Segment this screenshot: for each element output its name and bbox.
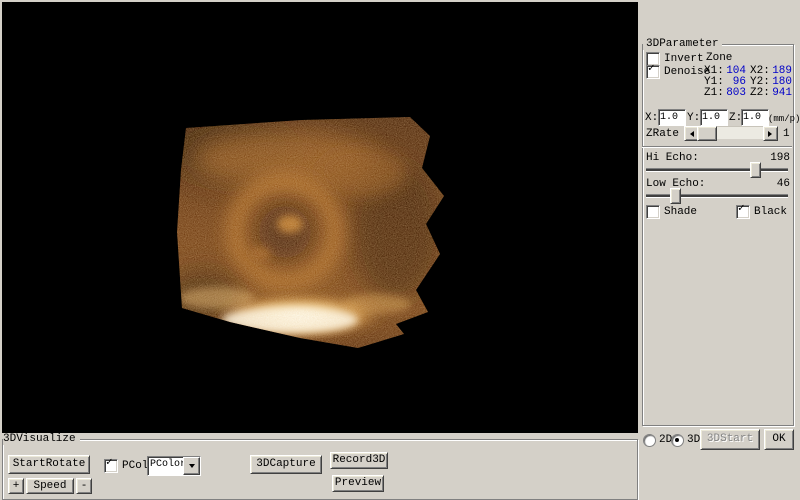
- ok-button[interactable]: OK: [764, 429, 794, 450]
- pcolor-dropdown-value: PColor: [148, 457, 183, 475]
- denoise-checkbox[interactable]: Denoise: [646, 65, 710, 79]
- scale-z-input[interactable]: [741, 109, 769, 126]
- shade-label: Shade: [664, 207, 697, 218]
- radio-circle-icon[interactable]: [671, 434, 684, 447]
- scale-y-input[interactable]: [700, 109, 728, 126]
- invert-label: Invert: [664, 54, 704, 65]
- zone-z1-value: 803: [722, 88, 746, 99]
- chevron-down-icon: [189, 464, 195, 471]
- parameter-groupbox: 3DParameter: [642, 44, 794, 426]
- low-echo-slider[interactable]: [646, 194, 788, 198]
- mode-3d-label: 3D: [687, 435, 700, 446]
- speed-minus-button[interactable]: -: [76, 478, 92, 494]
- zrate-label: ZRate: [646, 129, 679, 140]
- invert-checkbox[interactable]: Invert: [646, 52, 704, 66]
- shade-checkbox-box[interactable]: [646, 205, 660, 219]
- record-3d-button[interactable]: Record3D: [330, 452, 388, 469]
- parameter-panel: 3DParameter Invert Denoise Zone X1: 104 …: [638, 0, 800, 500]
- black-checkbox[interactable]: Black: [736, 205, 787, 219]
- section-divider: [642, 146, 792, 148]
- arrow-left-icon: [687, 131, 694, 137]
- zone-z1-label: Z1:: [704, 88, 724, 99]
- application-window: 3DParameter Invert Denoise Zone X1: 104 …: [0, 0, 800, 500]
- start-rotate-button[interactable]: StartRotate: [8, 455, 90, 474]
- speed-button[interactable]: Speed: [26, 478, 74, 494]
- parameter-group-title: 3DParameter: [643, 39, 722, 50]
- hi-echo-value: 198: [756, 153, 790, 164]
- hi-echo-slider[interactable]: [646, 168, 788, 172]
- scale-unit-label: (mm/p): [768, 114, 800, 125]
- ultrasound-volume-render: [172, 112, 457, 357]
- arrow-right-icon: [768, 131, 775, 137]
- zrate-scrollbar[interactable]: [684, 126, 776, 139]
- zrate-scroll-right-button[interactable]: [763, 126, 778, 141]
- zone-z2-label: Z2:: [750, 88, 770, 99]
- radio-circle-icon[interactable]: [643, 434, 656, 447]
- hi-echo-label: Hi Echo:: [646, 153, 699, 164]
- scale-x-label: X:: [645, 113, 658, 124]
- pcolor-dropdown[interactable]: PColor: [147, 456, 201, 476]
- render-viewport[interactable]: [2, 2, 638, 433]
- black-label: Black: [754, 207, 787, 218]
- mode-3d-radio[interactable]: 3D: [671, 434, 700, 447]
- low-echo-value: 46: [756, 179, 790, 190]
- visualize-group-title: 3DVisualize: [3, 434, 80, 445]
- scale-y-label: Y:: [687, 113, 700, 124]
- hi-echo-slider-thumb[interactable]: [750, 162, 761, 178]
- zone-z2-value: 941: [768, 88, 792, 99]
- mode-2d-radio[interactable]: 2D: [643, 434, 672, 447]
- pcolor-dropdown-button[interactable]: [183, 457, 200, 475]
- pcolor-checkbox-box[interactable]: [104, 459, 118, 473]
- zone-title: Zone: [706, 53, 732, 64]
- denoise-checkbox-box[interactable]: [646, 65, 660, 79]
- zrate-value: 1: [783, 129, 790, 140]
- scale-x-input[interactable]: [658, 109, 686, 126]
- capture-3d-button[interactable]: 3DCapture: [250, 455, 322, 474]
- shade-checkbox[interactable]: Shade: [646, 205, 697, 219]
- start-3d-button[interactable]: 3DStart: [700, 429, 760, 450]
- black-checkbox-box[interactable]: [736, 205, 750, 219]
- visualize-panel: 3DVisualize StartRotate + Speed - PColor…: [0, 433, 638, 500]
- preview-button[interactable]: Preview: [332, 475, 384, 492]
- speed-plus-button[interactable]: +: [8, 478, 24, 494]
- low-echo-slider-thumb[interactable]: [670, 188, 681, 204]
- zrate-scrollbar-thumb[interactable]: [697, 126, 717, 141]
